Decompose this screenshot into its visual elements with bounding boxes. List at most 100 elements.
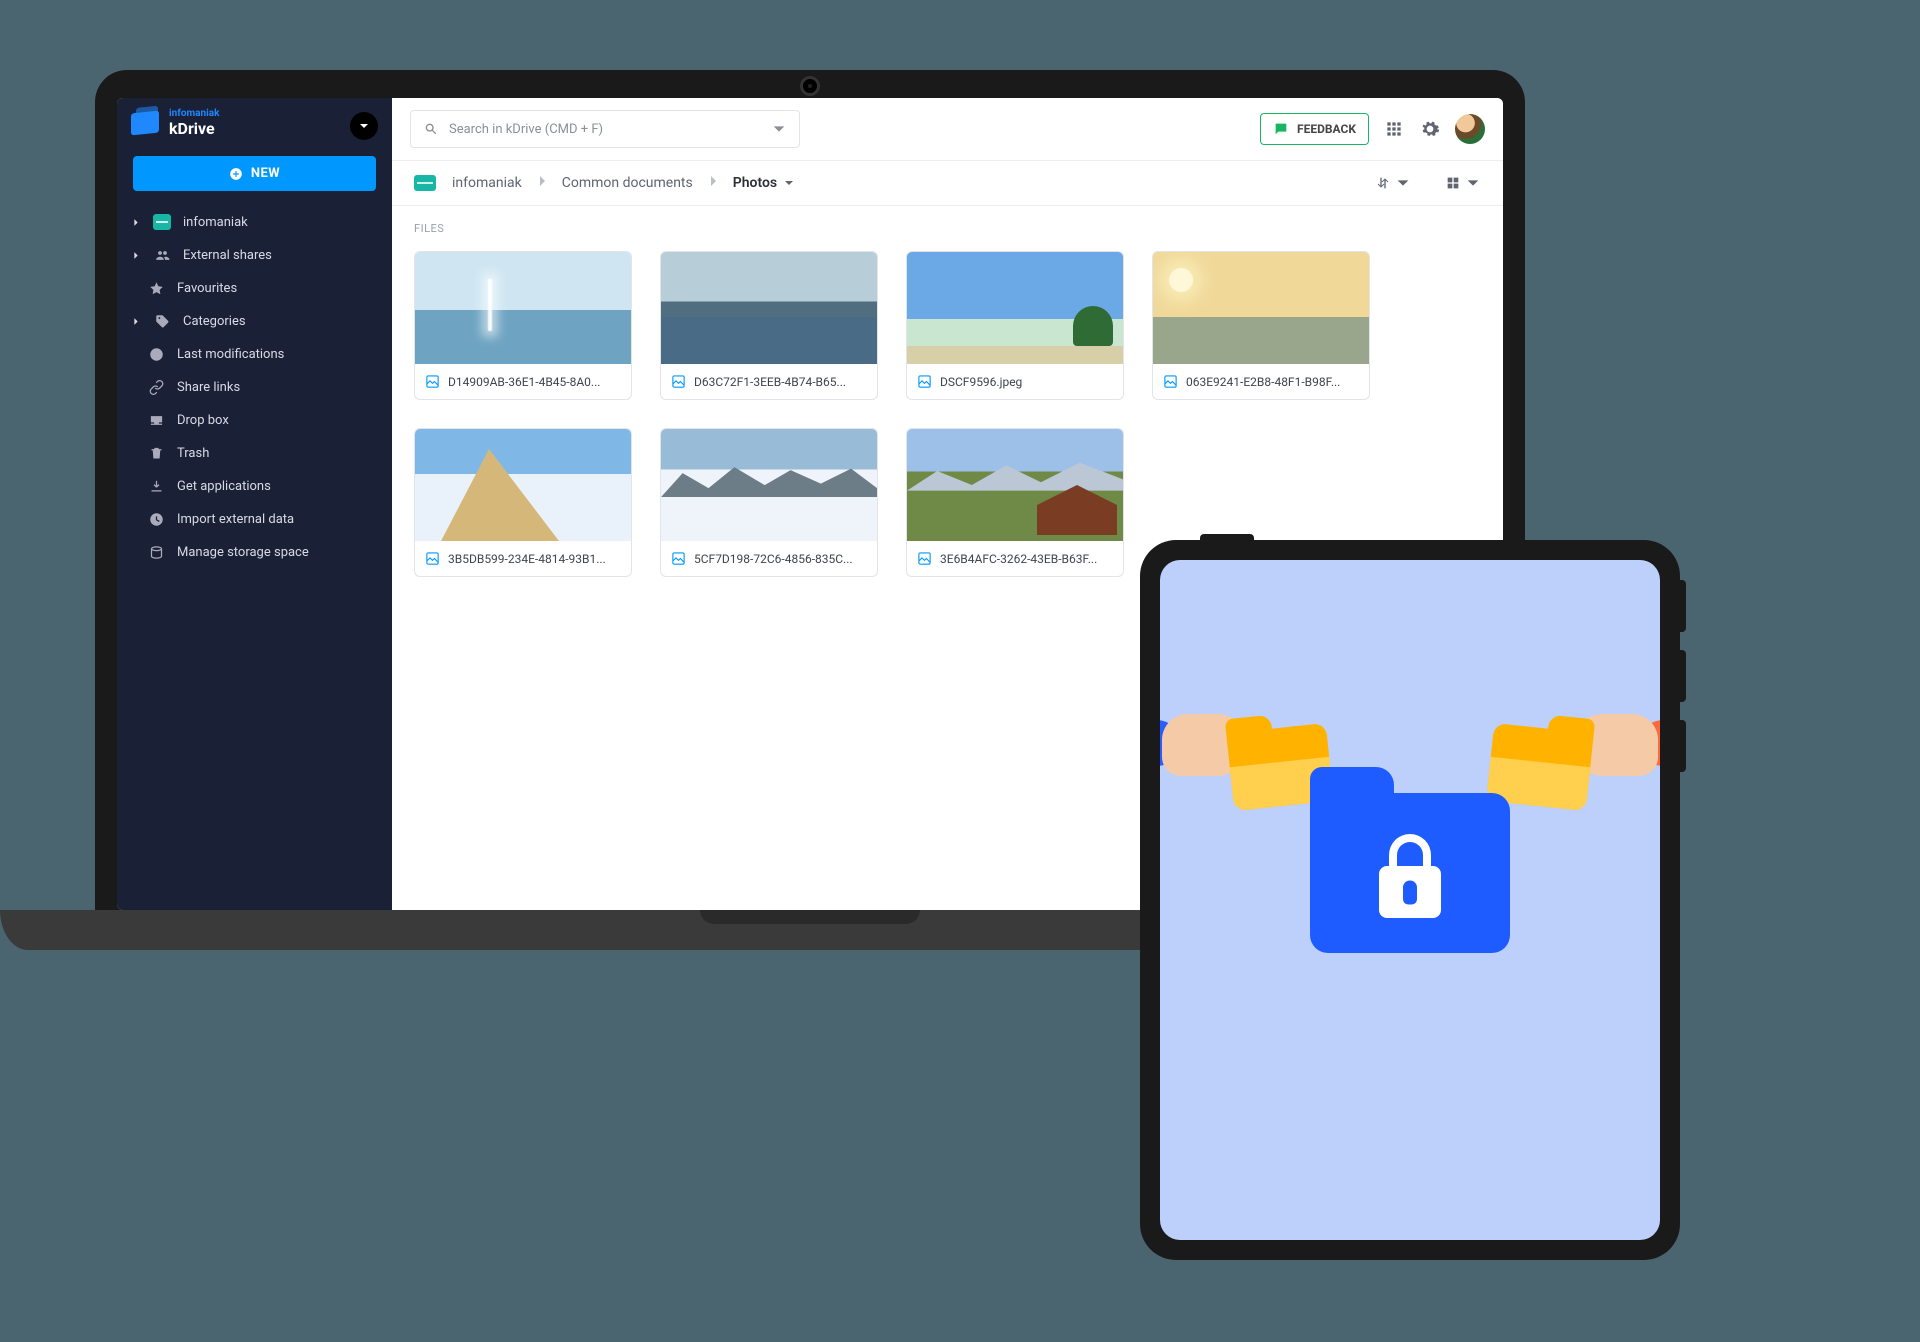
search-icon	[423, 121, 439, 137]
locked-folder-icon	[1310, 793, 1510, 953]
sidebar-item-external-shares[interactable]: External shares	[117, 239, 392, 272]
users-icon	[153, 248, 171, 263]
sidebar-item-import-external[interactable]: Import external data	[117, 503, 392, 536]
image-file-icon	[917, 374, 932, 389]
chevron-right-icon	[709, 175, 717, 191]
brand-text: infomaniak kDrive	[169, 108, 219, 138]
chevron-right-icon	[131, 215, 141, 230]
chevron-right-icon	[131, 314, 141, 329]
apps-grid-button[interactable]	[1383, 118, 1405, 140]
star-icon	[147, 281, 165, 296]
sidebar-item-infomaniak[interactable]: infomaniak	[117, 205, 392, 239]
sidebar-item-trash[interactable]: Trash	[117, 437, 392, 470]
file-thumbnail	[907, 252, 1123, 364]
storage-icon	[147, 545, 165, 560]
chevron-down-icon	[1465, 175, 1481, 191]
file-card[interactable]: 3B5DB599-234E-4814-93B1...	[414, 428, 632, 577]
hand-left-illustration	[1160, 720, 1180, 766]
file-name: D14909AB-36E1-4B45-8A0...	[448, 375, 600, 389]
file-card[interactable]: DSCF9596.jpeg	[906, 251, 1124, 400]
sidebar-item-label: Share links	[177, 380, 240, 395]
sidebar-item-categories[interactable]: Categories	[117, 305, 392, 338]
feedback-label: FEEDBACK	[1297, 122, 1356, 136]
chevron-down-icon	[771, 121, 787, 137]
sidebar-item-label: Last modifications	[177, 347, 284, 362]
image-file-icon	[1163, 374, 1178, 389]
lock-icon	[1379, 834, 1441, 918]
chat-icon	[1273, 121, 1289, 137]
brand-top: infomaniak	[169, 108, 219, 119]
file-name: D63C72F1-3EEB-4B74-B65...	[694, 375, 846, 389]
file-name: 5CF7D198-72C6-4856-835C...	[694, 552, 853, 566]
image-file-icon	[671, 374, 686, 389]
chevron-down-icon	[1395, 175, 1411, 191]
image-file-icon	[425, 551, 440, 566]
sidebar-item-manage-storage[interactable]: Manage storage space	[117, 536, 392, 569]
image-file-icon	[671, 551, 686, 566]
view-toggle-button[interactable]	[1445, 175, 1481, 191]
breadcrumb-current[interactable]: Photos	[733, 175, 795, 191]
sidebar-item-share-links[interactable]: Share links	[117, 371, 392, 404]
sort-icon	[1375, 175, 1391, 191]
file-thumbnail	[1153, 252, 1369, 364]
sidebar: infomaniak kDrive NEW infomaniak Extern	[117, 98, 392, 910]
trash-icon	[147, 446, 165, 461]
file-thumbnail	[661, 252, 877, 364]
file-card[interactable]: D63C72F1-3EEB-4B74-B65...	[660, 251, 878, 400]
file-name: 3B5DB599-234E-4814-93B1...	[448, 552, 606, 566]
plus-circle-icon	[229, 167, 243, 181]
breadcrumb-root[interactable]: infomaniak	[452, 175, 522, 191]
file-name: 3E6B4AFC-3262-43EB-B63F...	[940, 552, 1097, 566]
file-thumbnail	[415, 252, 631, 364]
user-avatar[interactable]	[1455, 114, 1485, 144]
sidebar-item-last-modifications[interactable]: Last modifications	[117, 338, 392, 371]
sort-button[interactable]	[1375, 175, 1411, 191]
file-thumbnail	[907, 429, 1123, 541]
clock-icon	[147, 347, 165, 362]
file-card[interactable]: 063E9241-E2B8-48F1-B98F...	[1152, 251, 1370, 400]
link-icon	[147, 380, 165, 395]
file-card[interactable]: D14909AB-36E1-4B45-8A0...	[414, 251, 632, 400]
breadcrumb: infomaniak Common documents Photos	[392, 161, 1503, 206]
sidebar-item-label: Get applications	[177, 479, 271, 494]
tag-icon	[153, 314, 171, 329]
download-icon	[147, 479, 165, 494]
sidebar-item-drop-box[interactable]: Drop box	[117, 404, 392, 437]
breadcrumb-mid[interactable]: Common documents	[562, 175, 693, 191]
grid-view-icon	[1445, 175, 1461, 191]
sidebar-item-favourites[interactable]: Favourites	[117, 272, 392, 305]
sidebar-collapse-button[interactable]	[350, 112, 378, 140]
sidebar-item-label: Categories	[183, 314, 246, 329]
new-button-label: NEW	[251, 166, 280, 181]
section-label: FILES	[392, 206, 1503, 243]
file-thumbnail	[661, 429, 877, 541]
breadcrumb-current-label: Photos	[733, 175, 777, 191]
sidebar-item-label: Favourites	[177, 281, 237, 296]
sidebar-item-label: External shares	[183, 248, 272, 263]
file-thumbnail	[415, 429, 631, 541]
file-name: 063E9241-E2B8-48F1-B98F...	[1186, 375, 1340, 389]
laptop-camera	[800, 76, 820, 96]
file-card[interactable]: 3E6B4AFC-3262-43EB-B63F...	[906, 428, 1124, 577]
chevron-right-icon	[131, 248, 141, 263]
image-file-icon	[425, 374, 440, 389]
feedback-button[interactable]: FEEDBACK	[1260, 113, 1369, 145]
sidebar-item-label: Manage storage space	[177, 545, 309, 560]
settings-button[interactable]	[1419, 118, 1441, 140]
chevron-right-icon	[538, 175, 546, 191]
sidebar-item-get-applications[interactable]: Get applications	[117, 470, 392, 503]
tablet-device-frame	[1140, 540, 1680, 1260]
search-input[interactable]: Search in kDrive (CMD + F)	[410, 110, 800, 148]
file-name: DSCF9596.jpeg	[940, 375, 1022, 389]
new-button[interactable]: NEW	[133, 156, 376, 191]
brand-name: kDrive	[169, 119, 219, 138]
tablet-side-buttons	[1680, 580, 1686, 632]
file-card[interactable]: 5CF7D198-72C6-4856-835C...	[660, 428, 878, 577]
tablet-top-button	[1200, 534, 1254, 540]
sidebar-item-label: Import external data	[177, 512, 294, 527]
chevron-down-icon	[783, 177, 795, 189]
chevron-down-icon	[359, 121, 369, 131]
kdrive-logo-icon	[131, 111, 159, 136]
search-placeholder: Search in kDrive (CMD + F)	[449, 122, 603, 137]
sidebar-item-label: infomaniak	[183, 215, 248, 230]
